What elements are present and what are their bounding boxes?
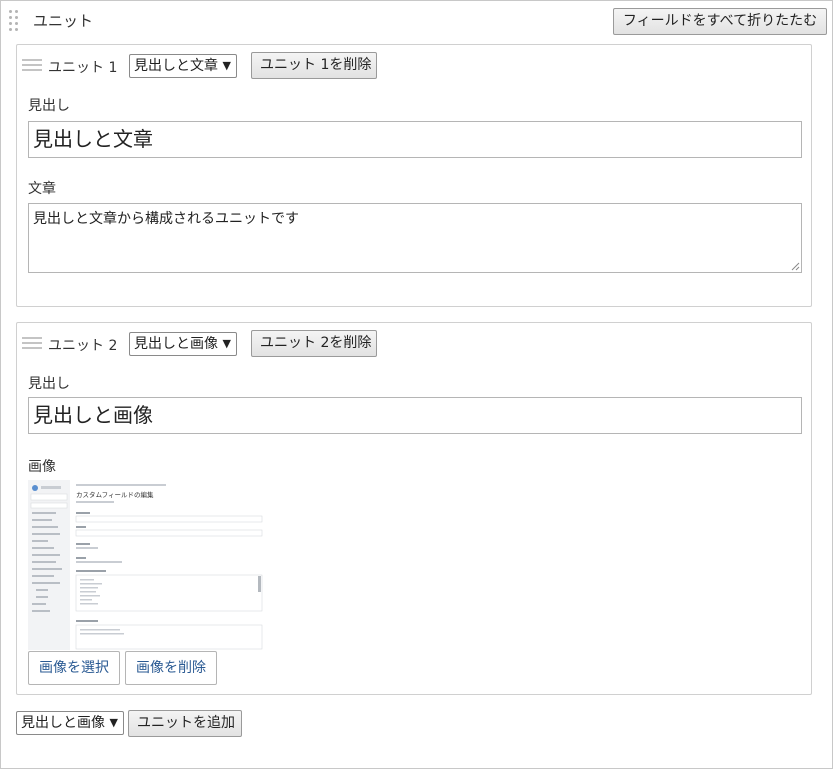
- new-unit-type-select[interactable]: 見出しと画像 ▼: [16, 711, 124, 735]
- unit-1: ユニット 1 見出しと文章 ▼ ユニット 1を削除 見出し 見出しと文章 文章 …: [16, 44, 812, 307]
- units-panel: ユニット フィールドをすべて折りたたむ ユニット 1 見出しと文章 ▼ ユニット…: [0, 0, 833, 769]
- unit-label: ユニット 2: [48, 338, 118, 354]
- image-preview-screenshot: カスタムフィールドの編集: [28, 480, 266, 650]
- caret-down-icon: ▼: [222, 59, 231, 72]
- heading-input[interactable]: 見出しと文章: [28, 121, 802, 158]
- collapse-all-button[interactable]: フィールドをすべて折りたたむ: [613, 8, 827, 35]
- heading-label: 見出し: [28, 376, 70, 392]
- body-textarea[interactable]: 見出しと文章から構成されるユニットです: [28, 203, 802, 273]
- heading-label: 見出し: [28, 98, 70, 114]
- unit-type-select[interactable]: 見出しと画像 ▼: [129, 332, 237, 356]
- unit-type-select[interactable]: 見出しと文章 ▼: [129, 54, 237, 78]
- unit-type-selected: 見出しと画像: [134, 336, 218, 352]
- heading-input[interactable]: 見出しと画像: [28, 397, 802, 434]
- body-label: 文章: [28, 181, 56, 197]
- delete-unit-button[interactable]: ユニット 2を削除: [251, 330, 377, 357]
- preview-page-title: カスタムフィールドの編集: [76, 490, 154, 499]
- add-unit-button[interactable]: ユニットを追加: [128, 710, 242, 737]
- image-preview: カスタムフィールドの編集: [28, 480, 266, 650]
- panel-title: ユニット: [33, 12, 94, 30]
- select-image-button[interactable]: 画像を選択: [28, 651, 120, 685]
- image-label: 画像: [28, 459, 56, 475]
- hamburger-handle-icon[interactable]: [22, 59, 42, 73]
- hamburger-handle-icon[interactable]: [22, 337, 42, 351]
- grip-dots-icon[interactable]: [9, 10, 21, 32]
- unit-type-selected: 見出しと文章: [134, 58, 218, 74]
- resize-grip-icon[interactable]: [790, 261, 800, 271]
- unit-2: ユニット 2 見出しと画像 ▼ ユニット 2を削除 見出し 見出しと画像 画像: [16, 322, 812, 695]
- delete-image-button[interactable]: 画像を削除: [125, 651, 217, 685]
- caret-down-icon: ▼: [222, 337, 231, 350]
- body-text: 見出しと文章から構成されるユニットです: [33, 211, 299, 227]
- unit-label: ユニット 1: [48, 60, 118, 76]
- delete-unit-button[interactable]: ユニット 1を削除: [251, 52, 377, 79]
- panel-header: ユニット フィールドをすべて折りたたむ: [1, 1, 832, 41]
- caret-down-icon: ▼: [109, 716, 118, 729]
- new-unit-type-selected: 見出しと画像: [21, 715, 105, 731]
